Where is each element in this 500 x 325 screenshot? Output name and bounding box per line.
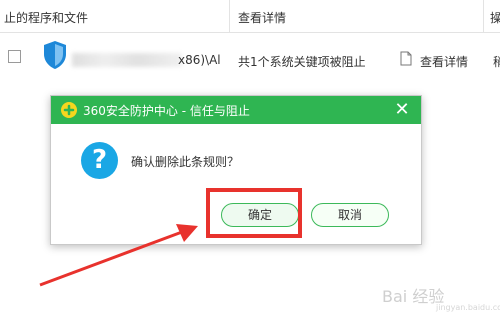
dialog-title-bar[interactable]: 360安全防护中心 - 信任与阻止 ✕ (51, 96, 421, 124)
table-header: 止的程序和文件 查看详情 操 (0, 0, 500, 33)
program-path: x86)\Al (178, 53, 221, 67)
document-icon (400, 51, 412, 66)
question-icon: ? (81, 142, 118, 179)
rule-description: 共1个系统关键项被阻止 (238, 55, 366, 69)
watermark-url: jingyan.baidu.com (436, 303, 500, 312)
dialog-title: 360安全防护中心 - 信任与阻止 (83, 104, 250, 118)
column-header-program[interactable]: 止的程序和文件 (4, 9, 88, 26)
360-logo-icon (61, 102, 77, 118)
blurred-path (72, 53, 182, 67)
column-header-detail[interactable]: 查看详情 (238, 9, 286, 26)
baidu-watermark: Bai 经验 jingyan.baidu.com (382, 283, 500, 323)
shield-icon (44, 41, 66, 69)
table-row[interactable]: x86)\Al 共1个系统关键项被阻止 查看详情 稍 (0, 33, 500, 85)
column-header-action[interactable]: 操 (490, 9, 500, 26)
watermark-brand: Bai 经验 (382, 287, 445, 306)
highlight-box (206, 188, 302, 238)
row-action-cut[interactable]: 稍 (493, 53, 500, 70)
column-divider (229, 0, 230, 32)
confirm-message: 确认删除此条规则？ (131, 155, 240, 169)
row-checkbox[interactable] (8, 50, 21, 63)
cancel-button[interactable]: 取消 (311, 203, 389, 227)
close-button[interactable]: ✕ (391, 99, 413, 121)
view-detail-link[interactable]: 查看详情 (420, 53, 468, 70)
column-divider (483, 0, 484, 32)
